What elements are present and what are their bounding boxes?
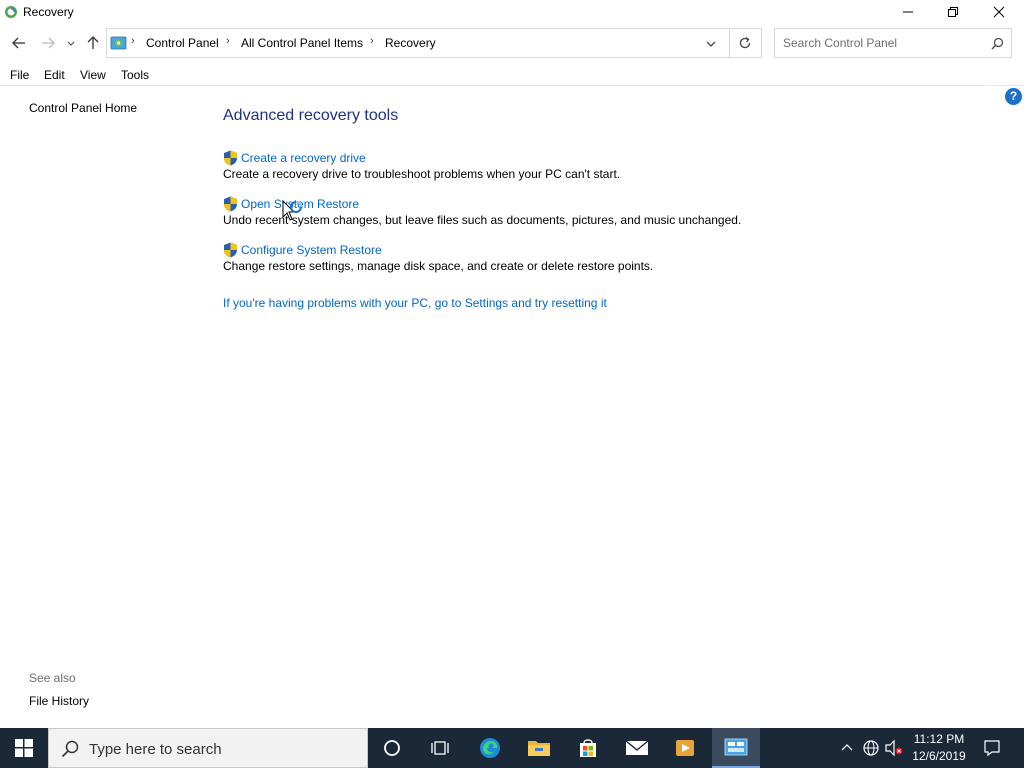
close-icon: [993, 6, 1005, 18]
menu-bar: File Edit View Tools: [0, 66, 1024, 86]
navigation-row: › Control Panel › All Control Panel Item…: [0, 28, 1024, 58]
restore-icon: [948, 7, 958, 17]
search-icon: [61, 740, 79, 758]
breadcrumb-separator: ›: [131, 35, 135, 47]
menu-edit[interactable]: Edit: [44, 68, 65, 82]
control-panel-icon: [110, 36, 127, 50]
mail-envelope-icon: [625, 740, 649, 755]
store-button[interactable]: [564, 728, 612, 768]
up-button[interactable]: [82, 32, 104, 54]
see-also-label: See also: [29, 671, 76, 685]
window-title: Recovery: [23, 5, 74, 19]
close-button[interactable]: [976, 0, 1022, 24]
cortana-circle-icon: [384, 740, 400, 756]
configure-system-restore-link[interactable]: Configure System Restore: [241, 243, 382, 257]
file-history-link[interactable]: File History: [29, 694, 89, 708]
volume-muted-icon: [885, 739, 903, 757]
minimize-icon: [903, 11, 913, 13]
uac-shield-icon: [224, 242, 237, 258]
control-panel-taskbar-button[interactable]: [712, 728, 760, 768]
mail-button[interactable]: [613, 728, 661, 768]
page-title: Advanced recovery tools: [223, 107, 399, 124]
media-player-button[interactable]: [661, 728, 709, 768]
restore-button[interactable]: [930, 0, 976, 24]
media-player-icon: [676, 740, 694, 756]
recovery-window: Recovery › Control Panel › All Control P…: [0, 0, 1024, 728]
task-view-icon: [431, 741, 449, 755]
store-bag-icon: [580, 739, 596, 757]
help-button[interactable]: ?: [1005, 88, 1022, 105]
chevron-down-icon: [67, 41, 75, 46]
search-input[interactable]: [783, 35, 983, 51]
address-bar[interactable]: › Control Panel › All Control Panel Item…: [106, 28, 762, 58]
menu-view[interactable]: View: [80, 68, 106, 82]
address-dropdown-icon[interactable]: [703, 36, 719, 52]
task-description: Change restore settings, manage disk spa…: [223, 259, 654, 273]
taskbar: Type here to search 11:12 PM 12/6/2019: [0, 728, 1024, 768]
recent-locations-button[interactable]: [62, 32, 80, 54]
refresh-icon[interactable]: [737, 35, 753, 51]
folder-icon: [528, 741, 550, 756]
network-tray-button[interactable]: [861, 738, 881, 758]
edge-button[interactable]: [466, 728, 514, 768]
uac-shield-icon: [224, 196, 237, 212]
breadcrumb-separator: ›: [226, 35, 230, 47]
menu-file[interactable]: File: [10, 68, 29, 82]
recovery-app-icon: [5, 6, 17, 18]
menu-tools[interactable]: Tools: [121, 68, 149, 82]
breadcrumb-recovery[interactable]: Recovery: [385, 36, 436, 50]
action-center-button[interactable]: [982, 738, 1002, 758]
control-panel-home-link[interactable]: Control Panel Home: [29, 101, 137, 115]
network-globe-icon: [863, 740, 879, 756]
address-divider: [729, 29, 730, 57]
cortana-button[interactable]: [368, 728, 416, 768]
mouse-cursor-icon: [282, 200, 302, 221]
taskbar-search-placeholder: Type here to search: [89, 741, 222, 758]
breadcrumb-separator: ›: [370, 35, 374, 47]
task-view-button[interactable]: [416, 728, 464, 768]
clock-date: 12/6/2019: [912, 749, 966, 763]
up-arrow-icon: [87, 36, 99, 49]
title-bar[interactable]: Recovery: [0, 0, 1024, 24]
forward-arrow-icon: [42, 37, 55, 49]
taskbar-clock[interactable]: 11:12 PM 12/6/2019: [908, 731, 970, 765]
breadcrumb-control-panel[interactable]: Control Panel: [146, 36, 219, 50]
chevron-up-icon: [841, 744, 853, 751]
notification-icon: [984, 740, 1000, 757]
back-button[interactable]: [8, 32, 30, 54]
reset-pc-link[interactable]: If you're having problems with your PC, …: [223, 296, 607, 310]
task-description: Create a recovery drive to troubleshoot …: [223, 167, 621, 181]
minimize-button[interactable]: [885, 0, 931, 24]
search-box[interactable]: [774, 28, 1012, 58]
file-explorer-button[interactable]: [515, 728, 563, 768]
edge-icon: [480, 738, 500, 758]
clock-time: 11:12 PM: [913, 732, 965, 746]
volume-tray-button[interactable]: [884, 738, 904, 758]
uac-shield-icon: [224, 150, 237, 166]
search-icon[interactable]: [991, 37, 1004, 50]
show-hidden-icons-button[interactable]: [837, 738, 857, 758]
windows-logo-icon: [15, 739, 33, 757]
forward-button[interactable]: [37, 32, 59, 54]
breadcrumb-all-control-panel-items[interactable]: All Control Panel Items: [241, 36, 363, 50]
back-arrow-icon: [12, 37, 25, 49]
taskbar-search-box[interactable]: Type here to search: [48, 728, 368, 768]
control-panel-icon: [724, 738, 748, 756]
start-button[interactable]: [0, 728, 48, 768]
create-recovery-drive-link[interactable]: Create a recovery drive: [241, 151, 366, 165]
